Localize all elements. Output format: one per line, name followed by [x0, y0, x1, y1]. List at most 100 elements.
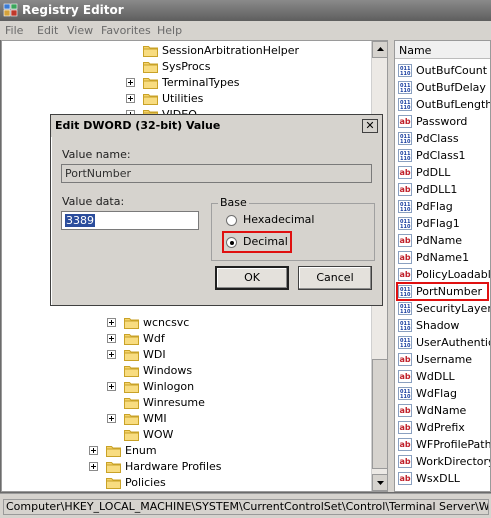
values-list[interactable]: Name 011 110 OutBufCount 011 110 OutBufDelay 0… — [394, 40, 491, 492]
string-value-icon: ab — [398, 404, 412, 417]
value-row[interactable]: ab WorkDirectory — [395, 453, 491, 470]
folder-icon — [143, 92, 158, 105]
menu-file[interactable]: File — [5, 24, 23, 37]
value-row[interactable]: ab WsxDLL — [395, 470, 490, 487]
svg-text:110: 110 — [400, 326, 411, 331]
expand-icon[interactable] — [107, 334, 116, 343]
expand-icon[interactable] — [107, 318, 116, 327]
edit-dword-dialog: Edit DWORD (32-bit) Value ✕ Value name: … — [50, 114, 383, 306]
value-name: Shadow — [416, 319, 460, 332]
svg-text:110: 110 — [400, 309, 411, 314]
value-row[interactable]: ab PdDLL1 — [395, 181, 490, 198]
string-value-icon: ab — [398, 472, 412, 485]
base-group-label: Base — [218, 196, 249, 209]
expand-icon[interactable] — [89, 462, 98, 471]
value-row[interactable]: 011 110 OutBufCount — [395, 62, 490, 79]
value-row[interactable]: ab Password — [395, 113, 490, 130]
value-name: WorkDirectory — [416, 455, 491, 468]
dialog-title-bar[interactable]: Edit DWORD (32-bit) Value ✕ — [51, 115, 382, 137]
close-icon[interactable]: ✕ — [362, 119, 378, 133]
value-row[interactable]: 011110 UserAuthenticat — [395, 334, 490, 351]
scroll-down-arrow[interactable] — [372, 474, 387, 491]
value-name: OutBufDelay — [416, 81, 486, 94]
window-title: Registry Editor — [22, 3, 124, 17]
string-value-icon: ab — [398, 115, 412, 128]
folder-icon — [124, 396, 139, 409]
portnumber-highlight-box — [396, 282, 489, 301]
expand-icon[interactable] — [126, 94, 135, 103]
menu-view[interactable]: View — [67, 24, 93, 37]
binary-value-icon: 011 110 — [398, 132, 412, 145]
registry-editor-icon — [3, 3, 18, 17]
value-data-text: 3389 — [65, 214, 95, 227]
value-row[interactable]: ab PdName1 — [395, 249, 490, 266]
value-row[interactable]: 011 110 WdFlag — [395, 385, 490, 402]
tree-item-label: Winlogon — [143, 380, 195, 393]
value-row[interactable]: ab PdDLL — [395, 164, 490, 181]
expand-icon[interactable] — [107, 350, 116, 359]
value-row[interactable]: 011 110 OutBufLength — [395, 96, 491, 113]
string-value-icon: ab — [398, 421, 412, 434]
value-row[interactable]: 011 110 PdClass1 — [395, 147, 490, 164]
scroll-thumb[interactable] — [372, 359, 387, 469]
ok-button[interactable]: OK — [215, 266, 289, 290]
value-row[interactable]: ab WFProfilePath — [395, 436, 490, 453]
svg-text:110: 110 — [400, 71, 411, 76]
tree-item-label: WOW — [143, 428, 174, 441]
folder-icon — [124, 412, 139, 425]
scroll-up-arrow[interactable] — [372, 41, 387, 58]
value-data-label: Value data: — [62, 195, 125, 208]
binary-value-icon: 011 110 — [398, 336, 412, 349]
expand-icon[interactable] — [107, 382, 116, 391]
value-row[interactable]: ab WdName — [395, 402, 490, 419]
folder-icon — [143, 76, 158, 89]
value-name: PdClass — [416, 132, 459, 145]
value-row[interactable]: 011 110 PdFlag1 — [395, 215, 490, 232]
radio-hexadecimal[interactable] — [226, 215, 237, 226]
svg-text:110: 110 — [400, 343, 411, 348]
column-header-name[interactable]: Name — [395, 41, 490, 59]
radio-hexadecimal-label[interactable]: Hexadecimal — [243, 213, 314, 226]
menu-favorites[interactable]: Favorites — [101, 24, 151, 37]
value-row[interactable]: ab Username — [395, 351, 490, 368]
string-value-icon: ab — [398, 166, 412, 179]
expand-icon[interactable] — [126, 78, 135, 87]
menu-edit[interactable]: Edit — [37, 24, 58, 37]
tree-item-label: WDI — [143, 348, 166, 361]
svg-text:110: 110 — [400, 105, 411, 110]
title-bar: Registry Editor — [0, 0, 491, 21]
value-name: PdName — [416, 234, 463, 247]
tree-item-label: Winresume — [143, 396, 205, 409]
expand-icon[interactable] — [107, 414, 116, 423]
value-row[interactable]: ab PolicyLoadableP — [395, 266, 490, 283]
tree-item-label: Policies — [125, 476, 166, 489]
value-row[interactable]: 011 110 OutBufDelay — [395, 79, 490, 96]
string-value-icon: ab — [398, 455, 412, 468]
value-row[interactable]: 011 110 PdFlag — [395, 198, 490, 215]
binary-value-icon: 011 110 — [398, 217, 412, 230]
value-data-input[interactable]: 3389 — [61, 211, 199, 230]
value-name-label: Value name: — [62, 148, 131, 161]
tree-item-label: TerminalTypes — [162, 76, 240, 89]
folder-icon — [124, 316, 139, 329]
value-row[interactable]: ab PdName — [395, 232, 490, 249]
value-name: OutBufLength — [416, 98, 491, 111]
folder-icon — [124, 364, 139, 377]
value-name: PdClass1 — [416, 149, 466, 162]
binary-value-icon: 011 110 — [398, 64, 412, 77]
value-row[interactable]: 011 110 SecurityLayer — [395, 300, 491, 317]
value-row[interactable]: 011 110 Shadow — [395, 317, 490, 334]
value-name: PdDLL — [416, 166, 451, 179]
menu-help[interactable]: Help — [157, 24, 182, 37]
value-name: WdDLL — [416, 370, 455, 383]
value-row[interactable]: ab WdDLL — [395, 368, 490, 385]
cancel-button[interactable]: Cancel — [298, 266, 372, 290]
binary-value-icon: 011 110 — [398, 81, 412, 94]
value-row[interactable]: 011 110 PdClass — [395, 130, 490, 147]
expand-icon[interactable] — [89, 446, 98, 455]
value-row[interactable]: ab WdPrefix — [395, 419, 490, 436]
string-value-icon: ab — [398, 370, 412, 383]
value-name: SecurityLayer — [416, 302, 491, 315]
tree-item-label: SessionArbitrationHelper — [162, 44, 300, 57]
folder-icon — [124, 348, 139, 361]
